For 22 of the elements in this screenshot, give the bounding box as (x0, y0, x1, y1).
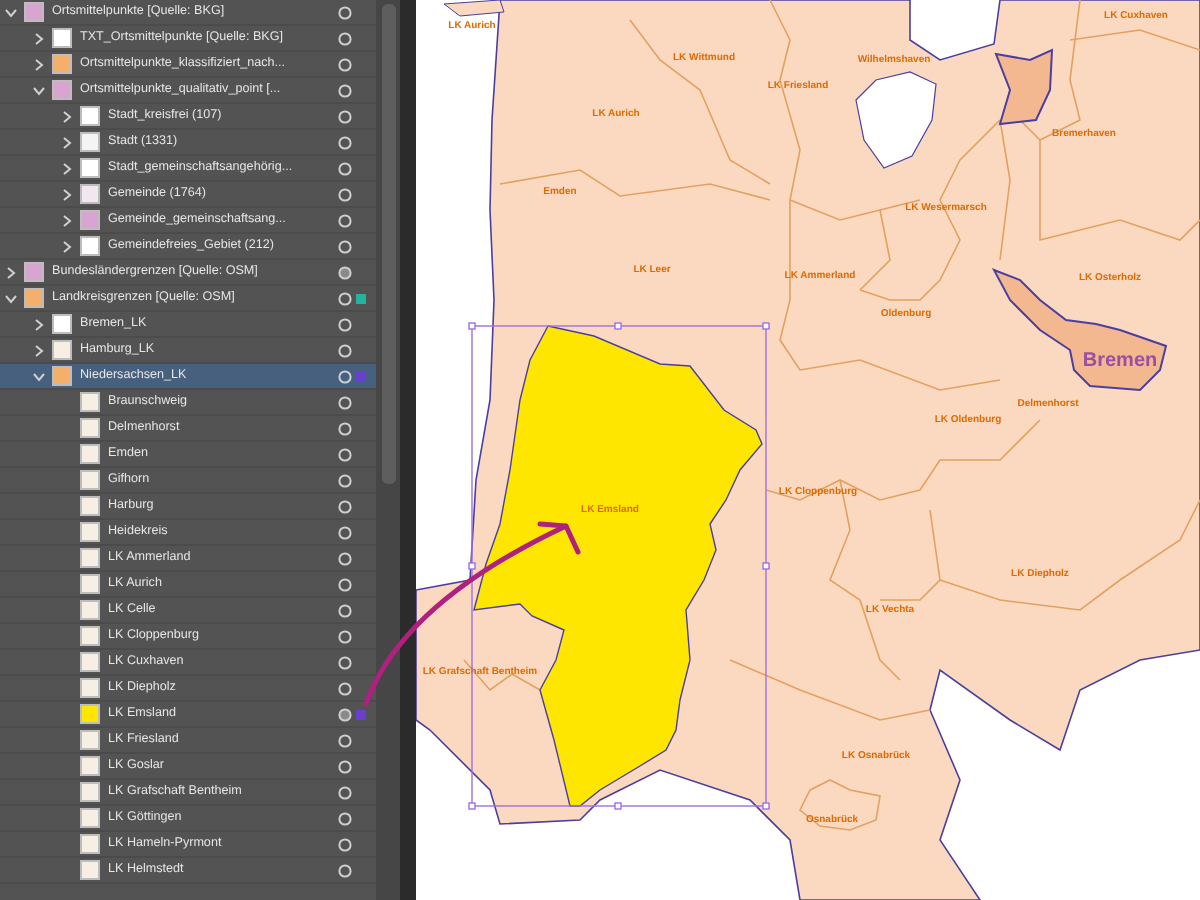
osnabrueck-area (799, 779, 881, 831)
chevron-right-icon[interactable] (60, 187, 74, 201)
chevron-right-icon[interactable] (60, 239, 74, 253)
chevron-right-icon[interactable] (60, 213, 74, 227)
chevron-right-icon[interactable] (32, 31, 46, 45)
chevron-right-icon[interactable] (60, 161, 74, 175)
bay-water (855, 71, 937, 169)
chevron-right-icon[interactable] (4, 265, 18, 279)
chevron-right-icon[interactable] (60, 109, 74, 123)
chevron-down-icon[interactable] (32, 83, 46, 97)
chevron-right-icon[interactable] (32, 317, 46, 331)
chevron-right-icon[interactable] (32, 343, 46, 357)
target-icon[interactable] (338, 266, 352, 280)
chevron-right-icon[interactable] (60, 135, 74, 149)
scrollbar-thumb[interactable] (381, 4, 395, 484)
chevron-right-icon[interactable] (32, 57, 46, 71)
chevron-down-icon[interactable] (4, 291, 18, 305)
target-icon[interactable] (338, 708, 352, 722)
chevron-down-icon[interactable] (32, 369, 46, 383)
chevron-down-icon[interactable] (4, 5, 18, 19)
state-label: Bremen (1082, 350, 1158, 372)
bremerhaven-region (994, 48, 1054, 126)
